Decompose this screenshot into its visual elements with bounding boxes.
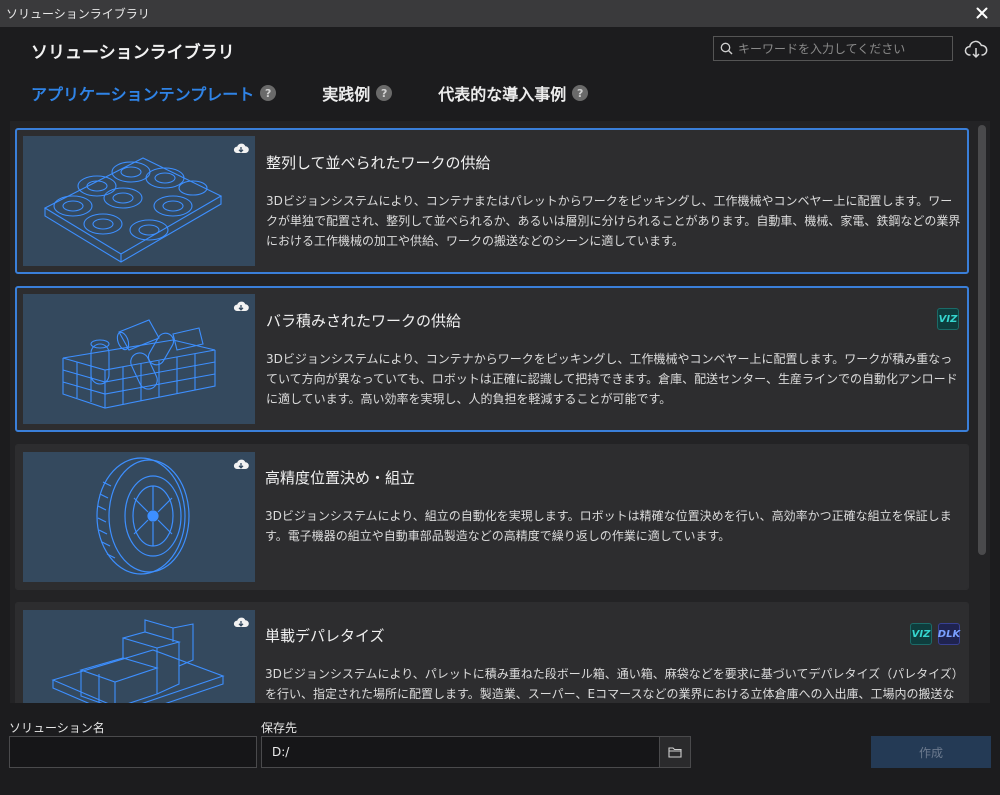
cloud-download-icon bbox=[964, 40, 988, 59]
search-icon bbox=[720, 42, 733, 55]
tab-label: アプリケーションテンプレート bbox=[31, 85, 255, 104]
browse-folder-button[interactable] bbox=[659, 736, 691, 768]
cloud-download-button[interactable] bbox=[963, 37, 989, 61]
solution-name-label: ソリューション名 bbox=[9, 721, 105, 735]
template-title: 整列して並べられたワークの供給 bbox=[266, 154, 491, 172]
download-icon[interactable] bbox=[233, 300, 249, 314]
tab-label: 実践例 bbox=[322, 85, 371, 104]
save-path-label: 保存先 bbox=[261, 721, 298, 735]
bin-cylinders-icon bbox=[62, 319, 216, 409]
software-badges: VIZ bbox=[937, 308, 959, 330]
template-description: 3Dビジョンシステムにより、コンテナまたはパレットからワークをピッキングし、工作… bbox=[266, 194, 961, 248]
help-icon[interactable]: ? bbox=[572, 85, 589, 101]
solution-name-input[interactable] bbox=[9, 736, 257, 768]
tab-application-template[interactable]: アプリケーションテンプレート ? bbox=[31, 80, 277, 106]
template-description: 3Dビジョンシステムにより、コンテナからワークをピッキングし、工作機械やコンベヤ… bbox=[266, 352, 958, 406]
template-description: 3Dビジョンシステムにより、組立の自動化を実現します。ロボットは精確な位置決めを… bbox=[265, 509, 952, 543]
template-title: バラ積みされたワークの供給 bbox=[266, 312, 462, 330]
footer-panel: ソリューション名 保存先 作成 bbox=[0, 703, 1000, 795]
list-scrollbar[interactable] bbox=[978, 125, 986, 555]
search-box[interactable] bbox=[713, 36, 953, 61]
pallet-boxes-icon bbox=[51, 619, 225, 703]
help-icon[interactable]: ? bbox=[376, 85, 393, 101]
dlk-badge-icon: DLK bbox=[938, 623, 960, 645]
tab-practice-examples[interactable]: 実践例 ? bbox=[322, 80, 393, 106]
template-thumbnail bbox=[23, 294, 255, 424]
template-thumbnail bbox=[23, 136, 255, 266]
download-icon[interactable] bbox=[233, 458, 249, 472]
viz-badge-icon: VIZ bbox=[910, 623, 932, 645]
download-icon[interactable] bbox=[233, 142, 249, 156]
window-title: ソリューションライブラリ bbox=[6, 7, 150, 21]
template-list: 整列して並べられたワークの供給 3Dビジョンシステムにより、コンテナまたはパレッ… bbox=[10, 121, 990, 703]
close-button[interactable] bbox=[972, 3, 992, 23]
help-icon[interactable]: ? bbox=[260, 85, 277, 101]
template-thumbnail bbox=[23, 610, 255, 703]
template-description: 3Dビジョンシステムにより、パレットに積み重ねた段ボール箱、通い箱、麻袋などを要… bbox=[265, 667, 958, 701]
template-card[interactable]: 単載デパレタイズ 3Dビジョンシステムにより、パレットに積み重ねた段ボール箱、通… bbox=[15, 602, 969, 703]
tire-icon bbox=[96, 457, 190, 575]
template-card[interactable]: 整列して並べられたワークの供給 3Dビジョンシステムにより、コンテナまたはパレッ… bbox=[15, 128, 969, 274]
tab-case-studies[interactable]: 代表的な導入事例 ? bbox=[438, 80, 589, 106]
search-input[interactable] bbox=[738, 41, 938, 56]
viz-badge-icon: VIZ bbox=[937, 308, 959, 330]
software-badges: VIZ DLK bbox=[910, 623, 960, 645]
save-path-input[interactable] bbox=[261, 736, 660, 768]
folder-icon bbox=[668, 747, 682, 758]
tab-label: 代表的な導入事例 bbox=[438, 85, 567, 104]
page-title: ソリューションライブラリ bbox=[31, 43, 235, 63]
template-card[interactable]: 高精度位置決め・組立 3Dビジョンシステムにより、組立の自動化を実現します。ロボ… bbox=[15, 444, 969, 590]
close-icon bbox=[976, 7, 988, 19]
template-title: 単載デパレタイズ bbox=[265, 627, 385, 645]
create-button[interactable]: 作成 bbox=[871, 736, 991, 768]
stacked-rings-icon bbox=[43, 157, 223, 263]
template-card[interactable]: バラ積みされたワークの供給 3Dビジョンシステムにより、コンテナからワークをピッ… bbox=[15, 286, 969, 432]
template-title: 高精度位置決め・組立 bbox=[265, 469, 416, 487]
download-icon[interactable] bbox=[233, 616, 249, 630]
window-titlebar: ソリューションライブラリ bbox=[0, 0, 1000, 27]
category-tabs: アプリケーションテンプレート ? 実践例 ? 代表的な導入事例 ? bbox=[31, 80, 634, 106]
template-thumbnail bbox=[23, 452, 255, 582]
